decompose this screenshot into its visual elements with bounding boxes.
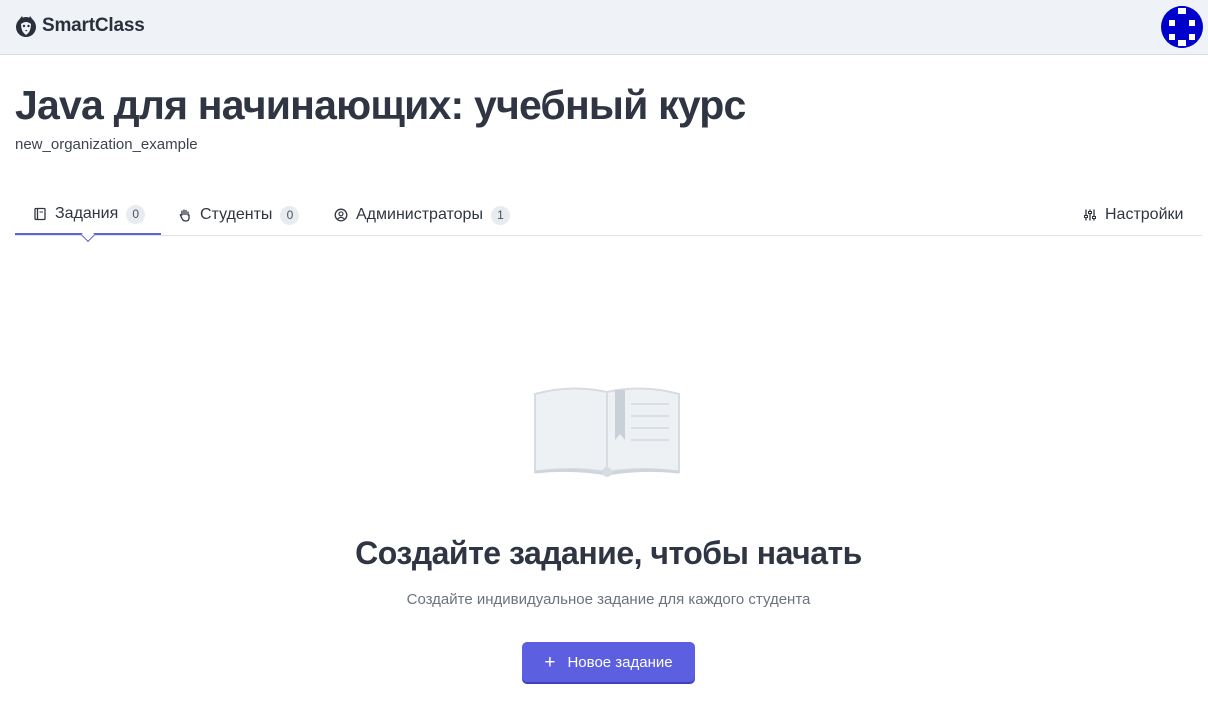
user-avatar-icon bbox=[1161, 6, 1203, 48]
count-badge: 0 bbox=[126, 204, 146, 224]
brand-name: SmartClass bbox=[42, 15, 145, 36]
new-assignment-button[interactable]: + Новое задание bbox=[522, 642, 695, 682]
count-badge: 0 bbox=[280, 205, 300, 225]
tab-assignments[interactable]: Задания 0 bbox=[15, 195, 161, 243]
empty-state-title: Создайте задание, чтобы начать bbox=[355, 535, 862, 571]
tab-label: Студенты bbox=[200, 206, 273, 223]
user-avatar[interactable] bbox=[1161, 6, 1203, 48]
count-badge: 1 bbox=[490, 205, 510, 225]
active-tab-indicator bbox=[80, 227, 96, 243]
tab-students[interactable]: Студенты 0 bbox=[178, 195, 300, 235]
settings-label: Настройки bbox=[1105, 206, 1184, 223]
tab-label: Задания bbox=[55, 205, 119, 222]
open-book-illustration bbox=[534, 387, 680, 477]
new-assignment-label: Новое задание bbox=[567, 653, 673, 671]
user-circle-icon bbox=[334, 208, 348, 222]
brand-logo-link[interactable]: SmartClass bbox=[14, 13, 145, 39]
top-bar: SmartClass bbox=[0, 0, 1208, 55]
settings-link[interactable]: Настройки bbox=[1083, 195, 1183, 235]
page-title: Java для начинающих: учебный курс bbox=[15, 82, 746, 128]
book-icon bbox=[34, 207, 46, 221]
course-tabs: Задания 0 Студенты 0 Администраторы 1 На… bbox=[15, 195, 1202, 243]
sliders-icon bbox=[1084, 209, 1096, 221]
empty-state-subtitle: Создайте индивидуальное задание для кажд… bbox=[406, 591, 811, 608]
fox-logo-icon bbox=[16, 16, 36, 37]
tab-label: Администраторы bbox=[356, 206, 483, 223]
hand-icon bbox=[179, 209, 190, 222]
tab-administrators[interactable]: Администраторы 1 bbox=[334, 195, 510, 235]
plus-icon: + bbox=[544, 651, 556, 673]
organization-name: new_organization_example bbox=[15, 136, 198, 153]
